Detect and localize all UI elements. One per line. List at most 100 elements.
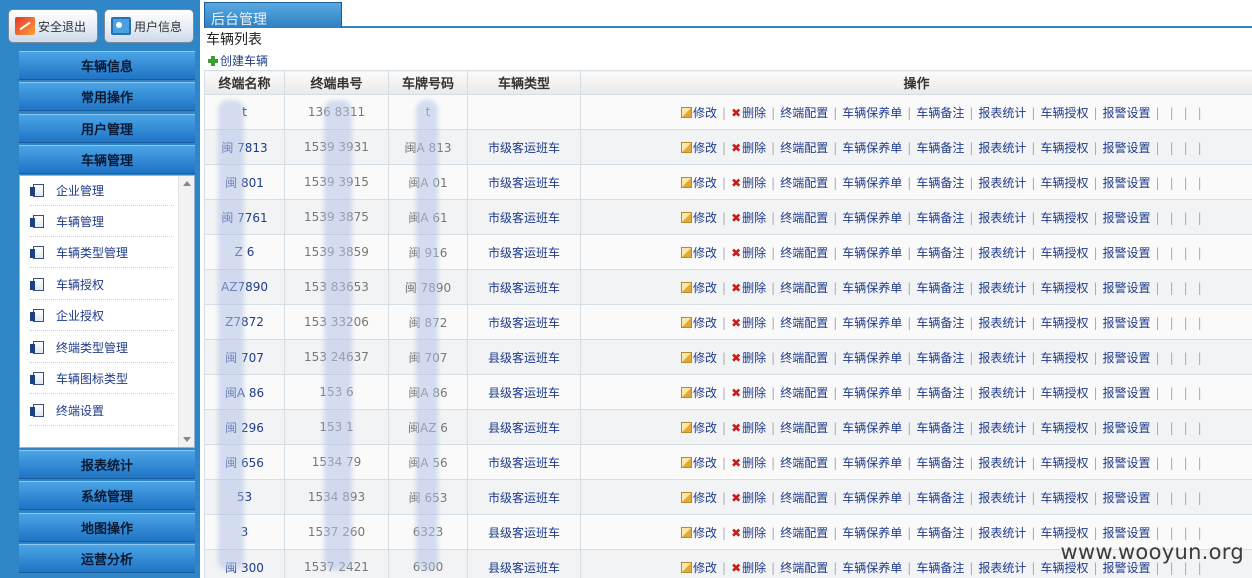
submenu-item-company-auth[interactable]: 企业授权 [30, 301, 174, 331]
report-stats-link[interactable]: 报表统计 [978, 421, 1026, 435]
submenu-item-terminal-type-mgmt[interactable]: 终端类型管理 [30, 333, 174, 363]
alarm-settings-link[interactable]: 报警设置 [1103, 176, 1151, 190]
maintenance-sheet-link[interactable]: 车辆保养单 [842, 246, 902, 260]
terminal-config-link[interactable]: 终端配置 [780, 421, 828, 435]
submenu-item-company-mgmt[interactable]: 企业管理 [30, 176, 174, 206]
terminal-config-link[interactable]: 终端配置 [780, 561, 828, 575]
vehicle-auth-link[interactable]: 车辆授权 [1040, 386, 1088, 400]
report-stats-link[interactable]: 报表统计 [978, 456, 1026, 470]
menu-section-vehicle-mgmt[interactable]: 车辆管理 [19, 145, 195, 174]
vehicle-auth-link[interactable]: 车辆授权 [1040, 421, 1088, 435]
menu-section-reports[interactable]: 报表统计 [19, 450, 195, 479]
submenu-item-vehicle-icon-type[interactable]: 车辆图标类型 [30, 364, 174, 394]
report-stats-link[interactable]: 报表统计 [978, 141, 1026, 155]
report-stats-link[interactable]: 报表统计 [978, 561, 1026, 575]
scroll-down-icon[interactable] [183, 437, 191, 442]
vehicle-auth-link[interactable]: 车辆授权 [1040, 526, 1088, 540]
report-stats-link[interactable]: 报表统计 [978, 316, 1026, 330]
vehicle-notes-link[interactable]: 车辆备注 [916, 491, 964, 505]
alarm-settings-link[interactable]: 报警设置 [1103, 351, 1151, 365]
edit-link[interactable]: 修改 [681, 246, 717, 260]
delete-link[interactable]: ✖删除 [731, 526, 766, 540]
alarm-settings-link[interactable]: 报警设置 [1103, 246, 1151, 260]
alarm-settings-link[interactable]: 报警设置 [1103, 281, 1151, 295]
edit-link[interactable]: 修改 [681, 281, 717, 295]
delete-link[interactable]: ✖删除 [731, 246, 766, 260]
submenu-item-vehicle-type-mgmt[interactable]: 车辆类型管理 [30, 238, 174, 268]
terminal-config-link[interactable]: 终端配置 [780, 316, 828, 330]
vehicle-auth-link[interactable]: 车辆授权 [1040, 316, 1088, 330]
menu-section-map-ops[interactable]: 地图操作 [19, 513, 195, 542]
maintenance-sheet-link[interactable]: 车辆保养单 [842, 456, 902, 470]
alarm-settings-link[interactable]: 报警设置 [1103, 211, 1151, 225]
vehicle-notes-link[interactable]: 车辆备注 [916, 526, 964, 540]
terminal-config-link[interactable]: 终端配置 [780, 491, 828, 505]
delete-link[interactable]: ✖删除 [731, 316, 766, 330]
delete-link[interactable]: ✖删除 [731, 456, 766, 470]
delete-link[interactable]: ✖删除 [731, 211, 766, 225]
terminal-config-link[interactable]: 终端配置 [780, 176, 828, 190]
maintenance-sheet-link[interactable]: 车辆保养单 [842, 351, 902, 365]
menu-section-vehicle-info[interactable]: 车辆信息 [19, 51, 195, 80]
report-stats-link[interactable]: 报表统计 [978, 211, 1026, 225]
edit-link[interactable]: 修改 [681, 176, 717, 190]
maintenance-sheet-link[interactable]: 车辆保养单 [842, 211, 902, 225]
maintenance-sheet-link[interactable]: 车辆保养单 [842, 421, 902, 435]
maintenance-sheet-link[interactable]: 车辆保养单 [842, 316, 902, 330]
delete-link[interactable]: ✖删除 [731, 281, 766, 295]
vehicle-notes-link[interactable]: 车辆备注 [916, 211, 964, 225]
vehicle-auth-link[interactable]: 车辆授权 [1040, 281, 1088, 295]
delete-link[interactable]: ✖删除 [731, 176, 766, 190]
terminal-config-link[interactable]: 终端配置 [780, 211, 828, 225]
terminal-config-link[interactable]: 终端配置 [780, 281, 828, 295]
submenu-scrollbar[interactable] [178, 176, 194, 447]
edit-link[interactable]: 修改 [681, 491, 717, 505]
alarm-settings-link[interactable]: 报警设置 [1103, 316, 1151, 330]
maintenance-sheet-link[interactable]: 车辆保养单 [842, 141, 902, 155]
vehicle-notes-link[interactable]: 车辆备注 [916, 106, 964, 120]
alarm-settings-link[interactable]: 报警设置 [1103, 106, 1151, 120]
create-vehicle-link[interactable]: 创建车辆 [208, 52, 268, 69]
report-stats-link[interactable]: 报表统计 [978, 281, 1026, 295]
menu-section-ops-analysis[interactable]: 运营分析 [19, 544, 195, 573]
vehicle-notes-link[interactable]: 车辆备注 [916, 246, 964, 260]
scroll-up-icon[interactable] [183, 181, 191, 186]
submenu-item-terminal-settings[interactable]: 终端设置 [30, 396, 174, 426]
delete-link[interactable]: ✖删除 [731, 141, 766, 155]
maintenance-sheet-link[interactable]: 车辆保养单 [842, 526, 902, 540]
terminal-config-link[interactable]: 终端配置 [780, 526, 828, 540]
terminal-config-link[interactable]: 终端配置 [780, 141, 828, 155]
maintenance-sheet-link[interactable]: 车辆保养单 [842, 561, 902, 575]
alarm-settings-link[interactable]: 报警设置 [1103, 421, 1151, 435]
vehicle-auth-link[interactable]: 车辆授权 [1040, 246, 1088, 260]
delete-link[interactable]: ✖删除 [731, 421, 766, 435]
report-stats-link[interactable]: 报表统计 [978, 106, 1026, 120]
edit-link[interactable]: 修改 [681, 561, 717, 575]
menu-section-common-ops[interactable]: 常用操作 [19, 82, 195, 111]
maintenance-sheet-link[interactable]: 车辆保养单 [842, 281, 902, 295]
logout-button[interactable]: 安全退出 [8, 9, 98, 43]
delete-link[interactable]: ✖删除 [731, 561, 766, 575]
vehicle-notes-link[interactable]: 车辆备注 [916, 176, 964, 190]
maintenance-sheet-link[interactable]: 车辆保养单 [842, 491, 902, 505]
tab-backend-mgmt[interactable]: 后台管理 [204, 2, 342, 28]
vehicle-notes-link[interactable]: 车辆备注 [916, 386, 964, 400]
vehicle-auth-link[interactable]: 车辆授权 [1040, 106, 1088, 120]
vehicle-notes-link[interactable]: 车辆备注 [916, 141, 964, 155]
edit-link[interactable]: 修改 [681, 526, 717, 540]
edit-link[interactable]: 修改 [681, 141, 717, 155]
edit-link[interactable]: 修改 [681, 386, 717, 400]
edit-link[interactable]: 修改 [681, 351, 717, 365]
alarm-settings-link[interactable]: 报警设置 [1103, 386, 1151, 400]
terminal-config-link[interactable]: 终端配置 [780, 386, 828, 400]
terminal-config-link[interactable]: 终端配置 [780, 246, 828, 260]
report-stats-link[interactable]: 报表统计 [978, 351, 1026, 365]
maintenance-sheet-link[interactable]: 车辆保养单 [842, 176, 902, 190]
vehicle-notes-link[interactable]: 车辆备注 [916, 281, 964, 295]
vehicle-auth-link[interactable]: 车辆授权 [1040, 491, 1088, 505]
vehicle-auth-link[interactable]: 车辆授权 [1040, 211, 1088, 225]
delete-link[interactable]: ✖删除 [731, 351, 766, 365]
report-stats-link[interactable]: 报表统计 [978, 246, 1026, 260]
delete-link[interactable]: ✖删除 [731, 106, 766, 120]
report-stats-link[interactable]: 报表统计 [978, 526, 1026, 540]
